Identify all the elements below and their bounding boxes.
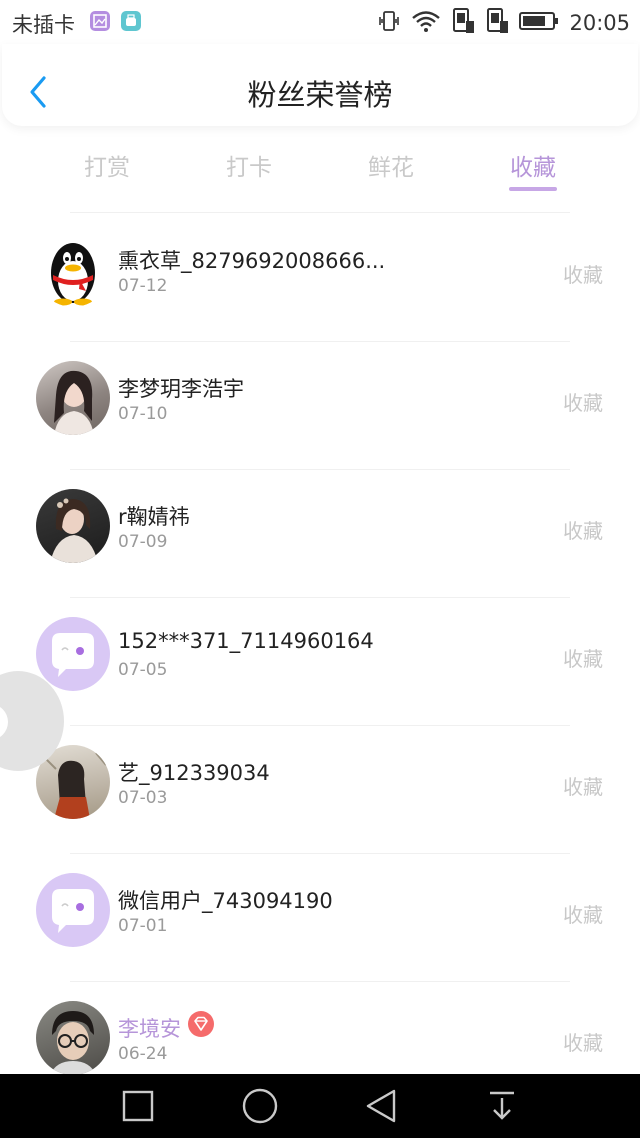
list-item[interactable]: 微信用户_743094190 07-01 收藏	[0, 852, 640, 980]
list-item[interactable]: 熏衣草_8279692008666... 07-12 收藏	[0, 212, 640, 340]
fan-name: 152***371_7114960164	[118, 629, 374, 653]
notification-pull-icon[interactable]	[482, 1086, 522, 1126]
page-title: 粉丝荣誉榜	[247, 78, 393, 112]
fan-name: 李境安	[118, 1017, 181, 1041]
photo-avatar	[36, 1001, 110, 1075]
tab-reward[interactable]: 打赏	[47, 148, 167, 182]
sim2-icon	[485, 7, 509, 39]
action-label: 收藏	[563, 263, 603, 287]
fan-date: 07-01	[118, 916, 168, 936]
action-label: 收藏	[563, 391, 603, 415]
fan-date: 07-09	[118, 532, 168, 552]
default-chat-avatar	[36, 617, 110, 691]
list-item[interactable]: r鞠婧祎 07-09 收藏	[0, 468, 640, 596]
action-label: 收藏	[563, 647, 603, 671]
battery-icon	[519, 10, 559, 36]
fan-name: r鞠婧祎	[118, 505, 190, 529]
clock: 20:05	[569, 11, 630, 35]
action-label: 收藏	[563, 1031, 603, 1055]
tab-favorites[interactable]: 收藏	[473, 148, 593, 182]
fan-name: 李梦玥李浩宇	[118, 377, 244, 401]
system-nav-bar	[0, 1074, 640, 1138]
fan-date: 07-03	[118, 788, 168, 808]
tab-checkin[interactable]: 打卡	[189, 148, 309, 182]
photo-avatar	[36, 489, 110, 563]
fan-date: 06-24	[118, 1044, 168, 1064]
floating-assist-dot	[0, 704, 8, 740]
default-chat-avatar	[36, 873, 110, 947]
action-label: 收藏	[563, 903, 603, 927]
list-item[interactable]: 152***371_7114960164 07-05 收藏	[0, 596, 640, 724]
status-bar: 未插卡 20:05	[0, 0, 640, 44]
home-icon[interactable]	[240, 1086, 280, 1126]
gallery-app-icon	[90, 11, 110, 31]
action-label: 收藏	[563, 775, 603, 799]
fan-date: 07-12	[118, 276, 168, 296]
tab-bar: 打赏 打卡 鲜花 收藏	[0, 140, 640, 200]
back-icon[interactable]	[362, 1086, 402, 1126]
fan-name: 艺_912339034	[118, 761, 270, 785]
recent-apps-icon[interactable]	[118, 1086, 158, 1126]
list-item[interactable]: 艺_912339034 07-03 收藏	[0, 724, 640, 852]
list-item[interactable]: 李梦玥李浩宇 07-10 收藏	[0, 340, 640, 468]
sim1-icon	[451, 7, 475, 39]
fan-name: 微信用户_743094190	[118, 889, 333, 913]
vibrate-icon	[377, 9, 401, 37]
fan-name: 熏衣草_8279692008666...	[118, 249, 386, 273]
action-label: 收藏	[563, 519, 603, 543]
wifi-icon	[411, 9, 441, 37]
photo-avatar	[36, 361, 110, 435]
fan-date: 07-10	[118, 404, 168, 424]
fan-date: 07-05	[118, 660, 168, 680]
carrier-label: 未插卡	[12, 13, 75, 37]
huawei-app-icon	[121, 11, 141, 31]
tab-flowers[interactable]: 鲜花	[331, 148, 451, 182]
vip-diamond-icon	[188, 1011, 214, 1037]
qq-penguin-avatar	[36, 233, 110, 307]
page-header: 粉丝荣誉榜	[2, 44, 638, 126]
active-tab-indicator	[509, 187, 557, 191]
